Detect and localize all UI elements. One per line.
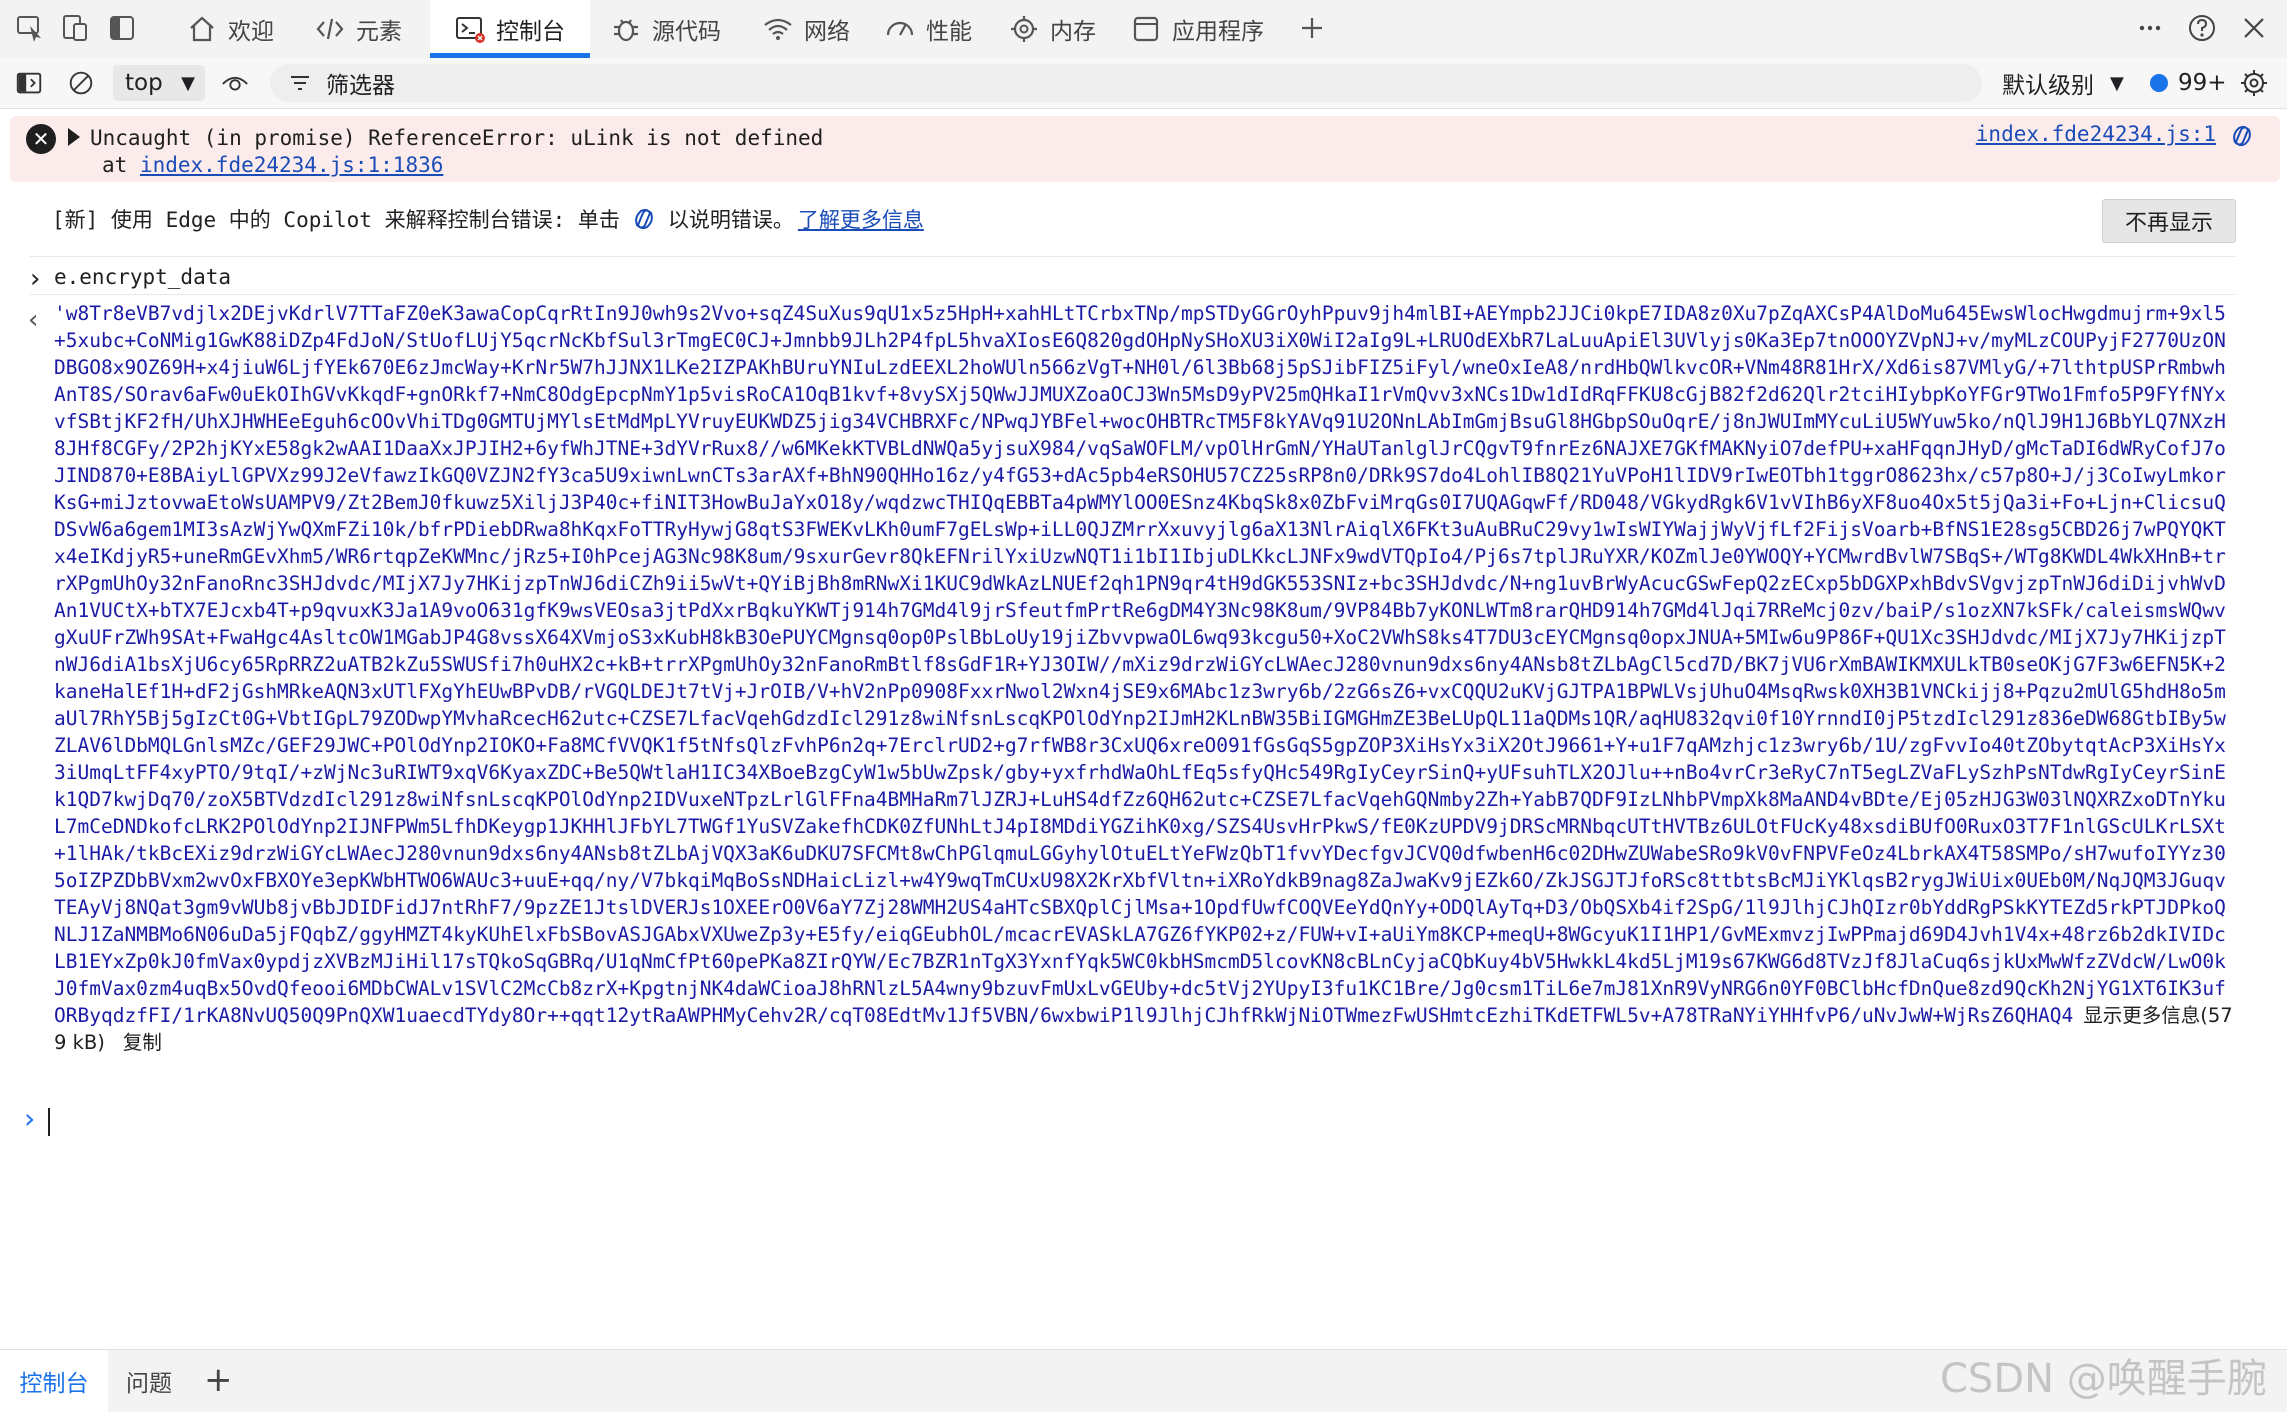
- code-icon: [316, 18, 344, 40]
- gear-icon: [1011, 16, 1037, 42]
- prompt-chevron-icon: ›: [24, 1102, 36, 1135]
- console-icon: [456, 17, 485, 43]
- error-source-link[interactable]: index.fde24234.js:1: [1976, 122, 2216, 146]
- tab-console[interactable]: 控制台: [430, 0, 590, 58]
- drawer-tab-console[interactable]: 控制台: [0, 1350, 108, 1412]
- console-input-echo: e.encrypt_data: [54, 265, 232, 289]
- copy-button[interactable]: 复制: [123, 1031, 162, 1054]
- error-icon: ✕: [26, 124, 56, 154]
- context-selector[interactable]: top ▼: [113, 65, 205, 101]
- panel-toggle-icon[interactable]: [106, 12, 138, 44]
- context-value: top: [125, 70, 163, 96]
- issues-counter[interactable]: 99+: [2150, 66, 2227, 100]
- inspect-element-icon[interactable]: [14, 12, 46, 44]
- log-levels-dropdown[interactable]: 默认级别 ▼: [2002, 66, 2124, 100]
- tab-welcome[interactable]: 欢迎: [186, 0, 274, 58]
- console-prompt-input[interactable]: [48, 1108, 50, 1136]
- window-icon: [1133, 16, 1159, 42]
- devtools-tab-bar: 欢迎 元素 控制台 源代码 网络 性能 内存 应用程序: [0, 0, 2287, 58]
- levels-label: 默认级别: [2002, 73, 2094, 99]
- tab-label: 内存: [1050, 19, 1096, 45]
- expand-triangle-icon[interactable]: [68, 128, 80, 146]
- copilot-hint: [新] 使用 Edge 中的 Copilot 来解释控制台错误: 单击 以说明错…: [52, 204, 924, 234]
- tab-network[interactable]: 网络: [762, 0, 850, 58]
- stack-prefix: at: [102, 153, 140, 177]
- filter-icon: [291, 76, 309, 90]
- tab-label: 应用程序: [1172, 19, 1264, 45]
- learn-more-link[interactable]: 了解更多信息: [798, 204, 924, 234]
- wifi-icon: [764, 18, 792, 40]
- divider: [30, 294, 2235, 295]
- live-expression-eye-icon[interactable]: [220, 68, 250, 98]
- error-stack-line: at index.fde24234.js:1:1836: [102, 153, 443, 177]
- gauge-icon: [886, 21, 914, 36]
- tab-label: 源代码: [652, 19, 721, 45]
- tab-sources[interactable]: 源代码: [610, 0, 721, 58]
- drawer-tab-label: 问题: [126, 1371, 172, 1397]
- filter-placeholder: 筛选器: [326, 73, 395, 99]
- hint-text-after: 以说明错误。: [667, 208, 794, 232]
- divider: [30, 256, 2235, 257]
- chevron-down-icon: ▼: [2110, 72, 2124, 94]
- device-emulation-icon[interactable]: [60, 12, 92, 44]
- close-icon[interactable]: [2238, 12, 2270, 44]
- add-tab-icon[interactable]: [1296, 12, 1328, 44]
- issues-count: 99+: [2178, 70, 2227, 96]
- watermark: CSDN @唤醒手腕: [1940, 1356, 2267, 1402]
- copilot-icon: [635, 208, 653, 230]
- sidebar-toggle-icon[interactable]: [14, 68, 44, 98]
- tab-elements[interactable]: 元素: [314, 0, 402, 58]
- clear-console-icon[interactable]: [66, 68, 96, 98]
- tab-label: 元素: [356, 19, 402, 45]
- console-output-string[interactable]: 'w8Tr8eVB7vdjlx2DEjvKdrlV7TTaFZ0eK3awaCo…: [54, 300, 2236, 1056]
- error-message: ✕ Uncaught (in promise) ReferenceError: …: [10, 116, 2280, 182]
- drawer-tab-label: 控制台: [19, 1371, 89, 1397]
- copilot-explain-icon[interactable]: [2228, 122, 2256, 150]
- settings-gear-icon[interactable]: [2238, 67, 2270, 99]
- dont-show-again-button[interactable]: 不再显示: [2102, 199, 2236, 243]
- console-toolbar: top ▼ 筛选器 默认级别 ▼ 99+: [0, 58, 2287, 109]
- output-chevron-icon: ‹: [28, 305, 39, 335]
- message-icon: [2150, 74, 2168, 92]
- chevron-down-icon: ▼: [181, 72, 195, 94]
- add-drawer-tab-icon[interactable]: +: [204, 1360, 233, 1400]
- tab-application[interactable]: 应用程序: [1130, 0, 1264, 58]
- tab-label: 欢迎: [228, 19, 274, 45]
- help-icon[interactable]: [2186, 12, 2218, 44]
- more-options-icon[interactable]: [2134, 12, 2166, 44]
- input-chevron-icon: ›: [30, 264, 41, 294]
- tab-label: 网络: [804, 19, 850, 45]
- output-value: 'w8Tr8eVB7vdjlx2DEjvKdrlV7TTaFZ0eK3awaCo…: [54, 302, 2226, 1027]
- drawer-tab-issues[interactable]: 问题: [126, 1350, 172, 1412]
- error-text: Uncaught (in promise) ReferenceError: uL…: [90, 126, 824, 150]
- tab-performance[interactable]: 性能: [884, 0, 972, 58]
- filter-input[interactable]: 筛选器: [270, 64, 1982, 102]
- tab-memory[interactable]: 内存: [1008, 0, 1096, 58]
- hint-text: [新] 使用 Edge 中的 Copilot 来解释控制台错误: 单击: [52, 208, 620, 232]
- bug-icon: [614, 19, 638, 42]
- stack-link[interactable]: index.fde24234.js:1:1836: [140, 153, 443, 177]
- home-icon: [190, 16, 214, 42]
- tab-label: 控制台: [496, 19, 565, 45]
- tab-label: 性能: [926, 19, 972, 45]
